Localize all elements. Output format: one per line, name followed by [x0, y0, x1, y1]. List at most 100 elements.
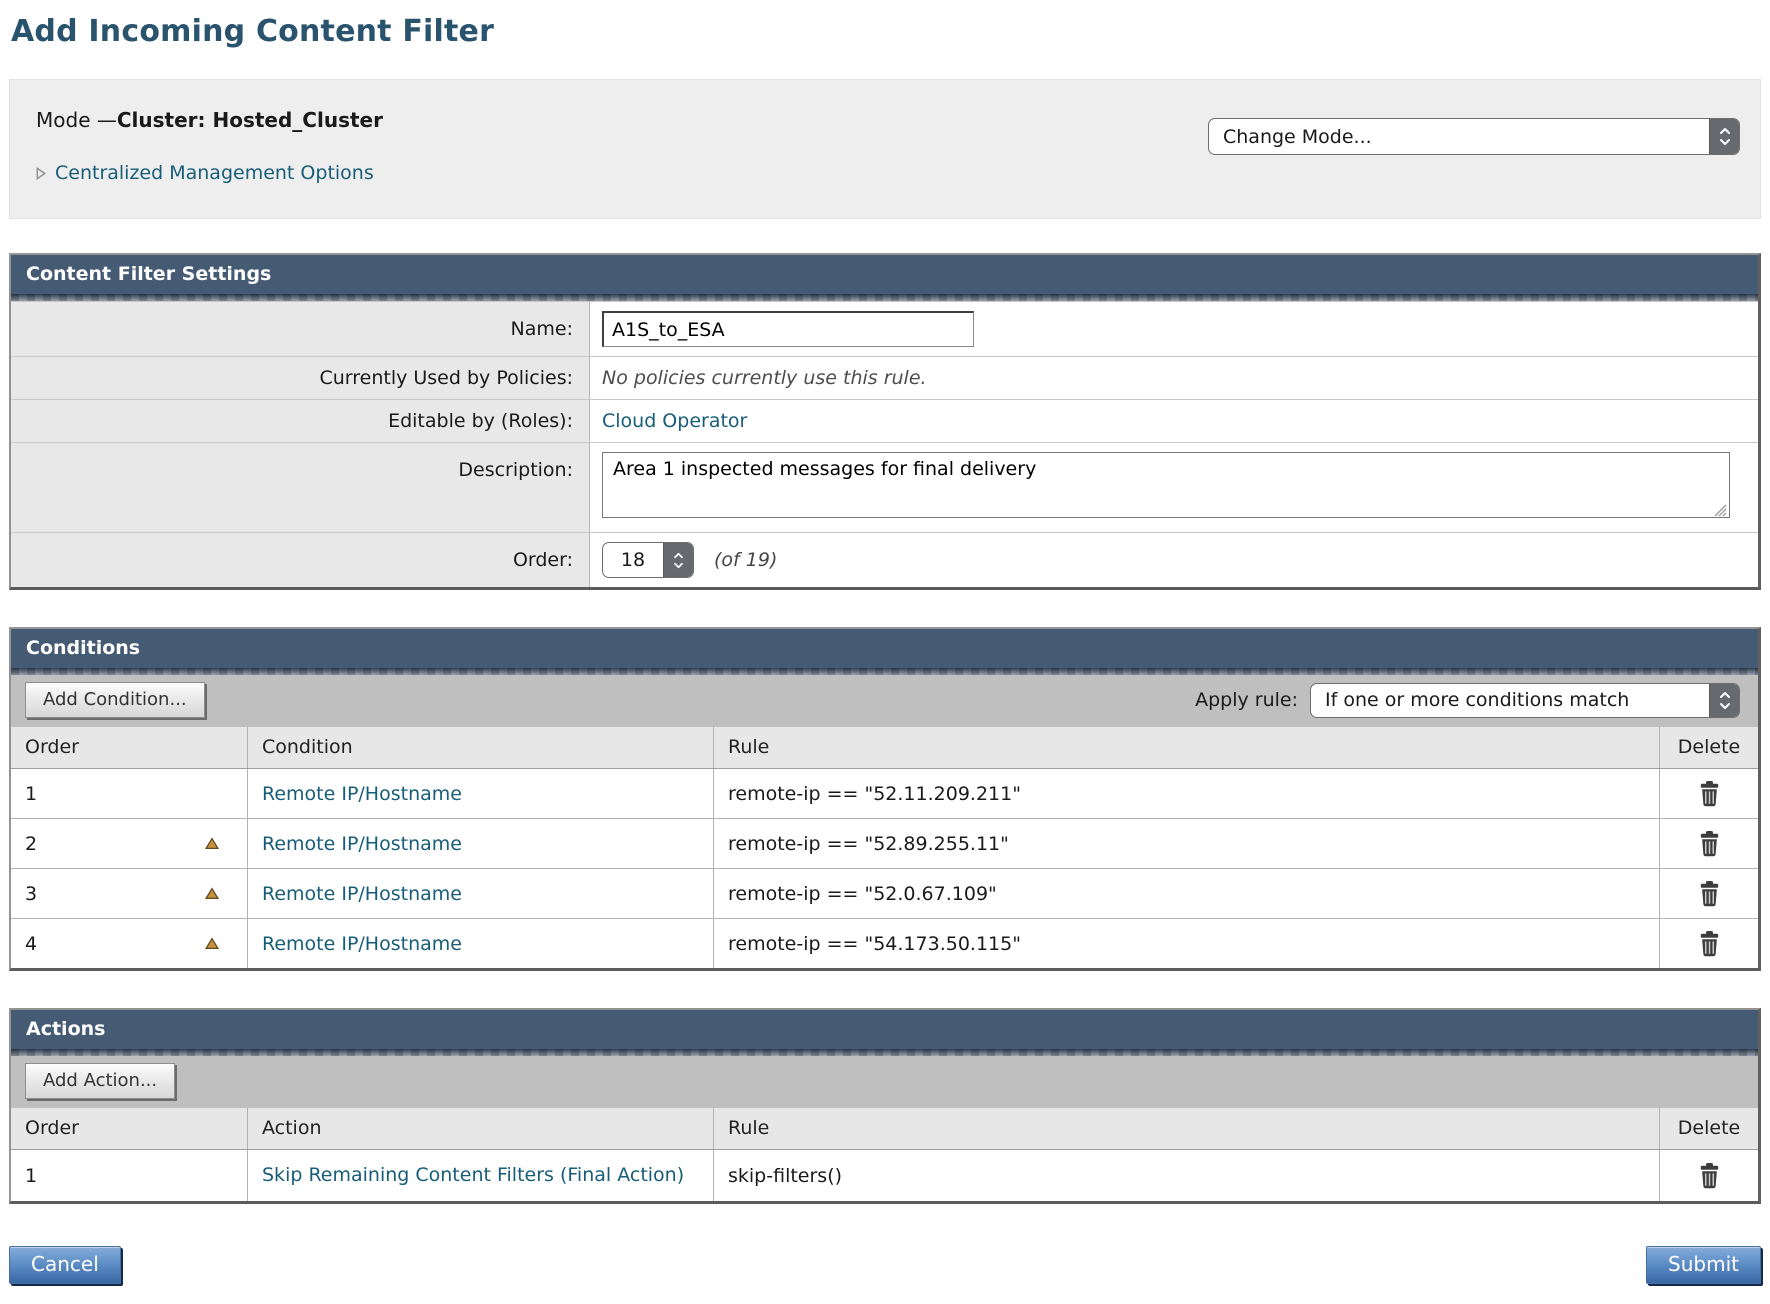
actions-panel: Actions Add Action... Order Action Rule … [9, 1008, 1761, 1204]
centralized-management-options-row[interactable]: Centralized Management Options [36, 162, 383, 184]
description-textarea[interactable]: Area 1 inspected messages for final deli… [602, 452, 1730, 518]
condition-rule-text: remote-ip == "52.0.67.109" [728, 883, 997, 905]
apply-rule-group: Apply rule: If one or more conditions ma… [1195, 683, 1740, 718]
apply-rule-select[interactable]: If one or more conditions match [1310, 683, 1740, 718]
column-header-delete: Delete [1659, 727, 1758, 768]
page-title: Add Incoming Content Filter [11, 14, 1761, 49]
mode-info: Mode —Cluster: Hosted_Cluster Centralize… [36, 108, 383, 196]
condition-order-number: 1 [25, 783, 37, 805]
condition-order-cell: 4 [11, 919, 247, 968]
actions-header: Actions [11, 1010, 1758, 1049]
condition-row: 4 Remote IP/Hostname remote-ip == "54.17… [11, 918, 1758, 968]
condition-order-cell: 2 [11, 819, 247, 868]
column-header-order: Order [11, 727, 247, 768]
apply-rule-select-value: If one or more conditions match [1311, 684, 1709, 717]
condition-rule-cell: remote-ip == "52.0.67.109" [713, 869, 1659, 918]
actions-column-headers: Order Action Rule Delete [11, 1108, 1758, 1150]
policies-value: No policies currently use this rule. [590, 357, 1758, 399]
disclosure-triangle-icon[interactable] [36, 167, 46, 180]
submit-button[interactable]: Submit [1646, 1246, 1761, 1284]
name-row: Name: [11, 301, 1758, 356]
condition-rule-text: remote-ip == "52.11.209.211" [728, 783, 1021, 805]
condition-delete-cell [1659, 769, 1758, 818]
settings-header: Content Filter Settings [11, 255, 1758, 294]
resize-grip-icon[interactable] [1714, 504, 1727, 517]
cloud-operator-link[interactable]: Cloud Operator [602, 410, 747, 432]
condition-cell: Remote IP/Hostname [247, 919, 713, 968]
mode-value: Cluster: Hosted_Cluster [117, 108, 383, 132]
mode-line: Mode —Cluster: Hosted_Cluster [36, 108, 383, 132]
change-mode-select[interactable]: Change Mode... [1208, 118, 1740, 155]
centralized-management-options-link[interactable]: Centralized Management Options [55, 162, 374, 184]
trash-icon[interactable] [1697, 880, 1722, 907]
condition-link[interactable]: Remote IP/Hostname [262, 833, 462, 855]
condition-delete-cell [1659, 869, 1758, 918]
trash-icon[interactable] [1697, 1162, 1722, 1189]
conditions-rows: 1 Remote IP/Hostname remote-ip == "52.11… [11, 769, 1758, 968]
mode-dash: — [97, 108, 117, 132]
move-up-icon[interactable] [204, 837, 220, 850]
move-up-icon[interactable] [204, 937, 220, 950]
order-label: Order: [11, 533, 590, 587]
condition-link[interactable]: Remote IP/Hostname [262, 783, 462, 805]
conditions-panel: Conditions Add Condition... Apply rule: … [9, 627, 1761, 971]
action-order-number: 1 [25, 1165, 37, 1187]
condition-row: 2 Remote IP/Hostname remote-ip == "52.89… [11, 818, 1758, 868]
column-header-action: Action [247, 1108, 713, 1149]
action-delete-cell [1659, 1150, 1758, 1201]
column-header-condition: Condition [247, 727, 713, 768]
condition-link[interactable]: Remote IP/Hostname [262, 933, 462, 955]
trash-icon[interactable] [1697, 930, 1722, 957]
add-action-button[interactable]: Add Action... [25, 1063, 175, 1099]
order-select-value: 18 [603, 543, 663, 577]
conditions-column-headers: Order Condition Rule Delete [11, 727, 1758, 769]
panel-header-divider [11, 294, 1758, 301]
conditions-toolbar: Add Condition... Apply rule: If one or m… [11, 675, 1758, 727]
action-link[interactable]: Skip Remaining Content Filters (Final Ac… [262, 1163, 684, 1188]
trash-icon[interactable] [1697, 780, 1722, 807]
action-rule-text: skip-filters() [728, 1165, 842, 1187]
description-label: Description: [11, 443, 590, 532]
select-stepper-icon [663, 543, 693, 577]
condition-order-number: 4 [25, 933, 37, 955]
condition-row: 3 Remote IP/Hostname remote-ip == "52.0.… [11, 868, 1758, 918]
select-stepper-icon [1709, 684, 1739, 717]
mode-box: Mode —Cluster: Hosted_Cluster Centralize… [9, 79, 1761, 219]
trash-icon[interactable] [1697, 830, 1722, 857]
conditions-header: Conditions [11, 629, 1758, 668]
order-total: (of 19) [714, 549, 777, 571]
editable-roles-row: Editable by (Roles): Cloud Operator [11, 399, 1758, 442]
add-condition-button[interactable]: Add Condition... [25, 682, 205, 718]
condition-row: 1 Remote IP/Hostname remote-ip == "52.11… [11, 769, 1758, 818]
condition-order-number: 3 [25, 883, 37, 905]
select-stepper-icon [1709, 119, 1739, 154]
action-cell: Skip Remaining Content Filters (Final Ac… [247, 1150, 713, 1201]
condition-rule-cell: remote-ip == "54.173.50.115" [713, 919, 1659, 968]
editable-roles-label: Editable by (Roles): [11, 400, 590, 442]
apply-rule-label: Apply rule: [1195, 689, 1298, 711]
column-header-rule: Rule [713, 727, 1659, 768]
order-select[interactable]: 18 [602, 542, 694, 578]
condition-delete-cell [1659, 919, 1758, 968]
condition-cell: Remote IP/Hostname [247, 869, 713, 918]
name-input[interactable] [602, 311, 974, 347]
content-filter-settings-panel: Content Filter Settings Name: Currently … [9, 253, 1761, 590]
mode-label: Mode [36, 108, 97, 132]
change-mode-select-value: Change Mode... [1209, 119, 1709, 154]
order-row: Order: 18 (of 19) [11, 532, 1758, 587]
actions-toolbar: Add Action... [11, 1056, 1758, 1108]
cancel-button[interactable]: Cancel [9, 1246, 121, 1284]
condition-link[interactable]: Remote IP/Hostname [262, 883, 462, 905]
description-row: Description: Area 1 inspected messages f… [11, 442, 1758, 532]
panel-header-divider [11, 668, 1758, 675]
page: Add Incoming Content Filter Mode —Cluste… [0, 0, 1770, 1304]
actions-rows: 1 Skip Remaining Content Filters (Final … [11, 1150, 1758, 1201]
condition-order-cell: 3 [11, 869, 247, 918]
policies-row: Currently Used by Policies: No policies … [11, 356, 1758, 399]
condition-order-number: 2 [25, 833, 37, 855]
move-up-icon[interactable] [204, 887, 220, 900]
action-row: 1 Skip Remaining Content Filters (Final … [11, 1150, 1758, 1201]
condition-rule-cell: remote-ip == "52.11.209.211" [713, 769, 1659, 818]
condition-delete-cell [1659, 819, 1758, 868]
condition-cell: Remote IP/Hostname [247, 769, 713, 818]
